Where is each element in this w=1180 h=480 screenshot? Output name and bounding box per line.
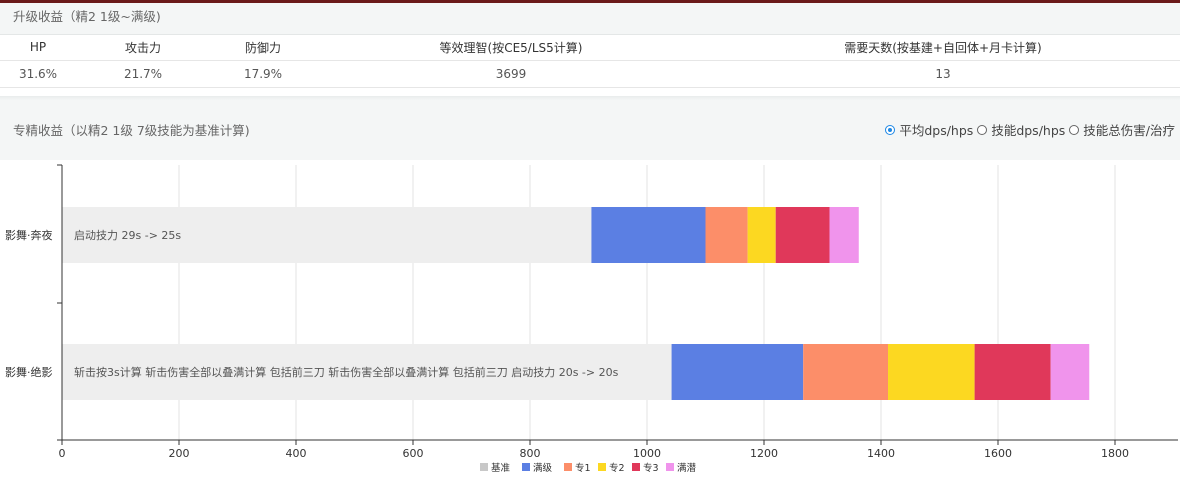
legend-label: 满潜 (677, 462, 697, 474)
bar-layer: 启动技力 29s -> 25s 斩击按3s计算 斩击伤害全部以叠满计算 包括前三刀… (62, 207, 1090, 400)
radio-skill-dps-label: 技能dps/hps (991, 123, 1066, 138)
upgrade-stats-table: HP 攻击力 防御力 等效理智(按CE5/LS5计算) 需要天数(按基建+自回体… (0, 35, 1180, 88)
radio-avg-dps-label: 平均dps/hps (899, 123, 974, 138)
header-atk: 攻击力 (76, 35, 210, 61)
radio-avg-dps[interactable]: 平均dps/hps (885, 120, 973, 139)
x-tick-label: 400 (286, 447, 307, 460)
x-tick-label: 1000 (633, 447, 661, 460)
bar-segment-tier5 (829, 207, 859, 263)
legend-label: 专1 (575, 462, 591, 474)
chart-legend: 基准 满级 专1 专2 专3 满潜 (480, 462, 697, 474)
header-days: 需要天数(按基建+自回体+月卡计算) (706, 35, 1180, 61)
metric-radio-group: 平均dps/hps 技能dps/hps 技能总伤害/治疗 (881, 120, 1175, 139)
value-atk: 21.7% (76, 60, 210, 88)
bar-segment-tier4 (775, 207, 830, 263)
bar-segment-tier3 (747, 207, 776, 263)
bar-annotation: 斩击按3s计算 斩击伤害全部以叠满计算 包括前三刀 斩击伤害全部以叠满计算 包括… (74, 365, 619, 379)
header-def: 防御力 (210, 35, 316, 61)
bar-segment-tier2 (803, 344, 889, 400)
legend-swatch (666, 463, 674, 471)
x-tick-label: 1400 (867, 447, 895, 460)
radio-skill-dps[interactable]: 技能dps/hps (977, 120, 1065, 139)
x-tick-label: 200 (169, 447, 190, 460)
y-category-label: 影舞·绝影 (5, 365, 53, 379)
mastery-section-title: 专精收益（以精2 1级 7级技能为基准计算) (13, 123, 250, 138)
x-tick-label: 600 (403, 447, 424, 460)
header-hp: HP (0, 35, 76, 61)
bar-segment-tier3 (888, 344, 975, 400)
x-tick-label: 800 (520, 447, 541, 460)
upgrade-section-header: 升级收益（精2 1级~满级) (0, 3, 1180, 35)
table-header-row: HP 攻击力 防御力 等效理智(按CE5/LS5计算) 需要天数(按基建+自回体… (0, 35, 1180, 61)
value-sanity: 3699 (316, 60, 706, 88)
x-tick-label: 1600 (984, 447, 1012, 460)
value-def: 17.9% (210, 60, 316, 88)
bar-segment-tier2 (705, 207, 748, 263)
bar-segment-tier1 (591, 207, 706, 263)
legend-swatch (632, 463, 640, 471)
legend-swatch (480, 463, 488, 471)
bar-segment-tier5 (1050, 344, 1090, 400)
radio-unselected-icon[interactable] (977, 124, 988, 135)
legend-label: 基准 (491, 462, 511, 474)
bar-segment-tier4 (974, 344, 1051, 400)
x-tick-label: 1800 (1101, 447, 1129, 460)
radio-selected-icon[interactable] (885, 124, 896, 135)
legend-label: 专3 (643, 462, 659, 474)
table-row: 31.6% 21.7% 17.9% 3699 13 (0, 60, 1180, 88)
bar-segment-tier1 (671, 344, 804, 400)
legend-swatch (564, 463, 572, 471)
value-hp: 31.6% (0, 60, 76, 88)
header-sanity: 等效理智(按CE5/LS5计算) (316, 35, 706, 61)
y-category-label: 影舞·奔夜 (5, 228, 53, 242)
legend-label: 满级 (533, 462, 553, 474)
x-tick-label: 0 (59, 447, 66, 460)
mastery-bar-chart: 启动技力 29s -> 25s 斩击按3s计算 斩击伤害全部以叠满计算 包括前三刀… (5, 164, 1178, 474)
legend-label: 专2 (609, 462, 625, 474)
radio-total-damage[interactable]: 技能总伤害/治疗 (1069, 120, 1175, 139)
value-days: 13 (706, 60, 1180, 88)
legend-swatch (598, 463, 606, 471)
upgrade-section-title: 升级收益（精2 1级~满级) (13, 9, 161, 24)
radio-unselected-icon[interactable] (1069, 124, 1080, 135)
x-tick-label: 1200 (750, 447, 778, 460)
bar-annotation: 启动技力 29s -> 25s (74, 229, 181, 242)
radio-total-damage-label: 技能总伤害/治疗 (1083, 123, 1175, 138)
legend-swatch (522, 463, 530, 471)
